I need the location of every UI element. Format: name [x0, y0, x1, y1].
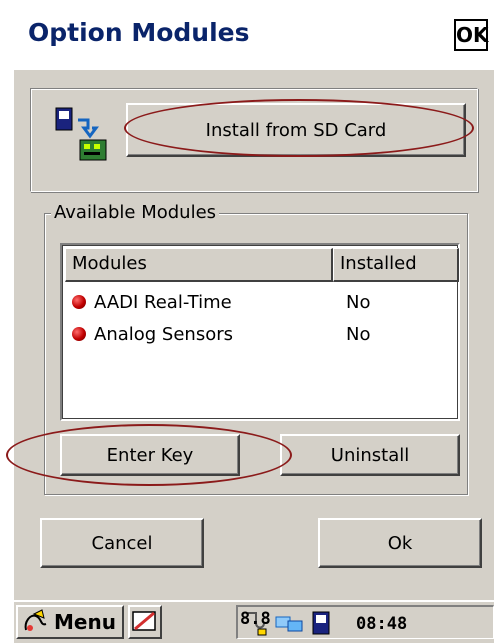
- red-dot-icon: [72, 327, 86, 341]
- start-flag-icon: [24, 609, 47, 631]
- module-installed: No: [346, 291, 371, 313]
- list-item[interactable]: Analog Sensors No: [72, 319, 452, 349]
- keyboard-icon: [132, 611, 156, 631]
- system-tray: 08:48: [236, 605, 494, 639]
- module-name: AADI Real-Time: [94, 291, 232, 313]
- network-icon[interactable]: [274, 609, 304, 637]
- column-modules[interactable]: Modules: [65, 248, 333, 282]
- ok-button[interactable]: Ok: [318, 518, 482, 568]
- available-modules-label: Available Modules: [51, 202, 220, 223]
- start-menu-button[interactable]: Menu: [16, 605, 124, 639]
- taskbar: Menu 08:48 8.8: [14, 600, 494, 643]
- cancel-button[interactable]: Cancel: [40, 518, 204, 568]
- column-installed[interactable]: Installed: [333, 248, 459, 282]
- sd-card-install-icon: [55, 107, 107, 161]
- title-ok-button[interactable]: OK: [454, 19, 489, 51]
- module-name: Analog Sensors: [94, 323, 233, 345]
- title-bar: Option Modules OK: [14, 0, 494, 70]
- keyboard-toggle-button[interactable]: [128, 605, 162, 639]
- device-screen: Option Modules OK Install from SD Card A…: [14, 0, 494, 643]
- list-header: Modules Installed: [65, 248, 459, 282]
- clock[interactable]: 08:48: [356, 614, 407, 634]
- enter-key-button[interactable]: Enter Key: [60, 434, 240, 476]
- red-dot-icon: [72, 295, 86, 309]
- install-from-sd-button[interactable]: Install from SD Card: [126, 103, 466, 157]
- module-installed: No: [346, 323, 371, 345]
- tray-extra-value: 8.8: [240, 609, 271, 629]
- window-title: Option Modules: [28, 18, 250, 47]
- list-item[interactable]: AADI Real-Time No: [72, 287, 452, 317]
- modules-list[interactable]: Modules Installed AADI Real-Time No Anal…: [60, 243, 460, 421]
- uninstall-button[interactable]: Uninstall: [280, 434, 460, 476]
- menu-label: Menu: [54, 610, 116, 634]
- sd-card-icon[interactable]: [310, 609, 332, 637]
